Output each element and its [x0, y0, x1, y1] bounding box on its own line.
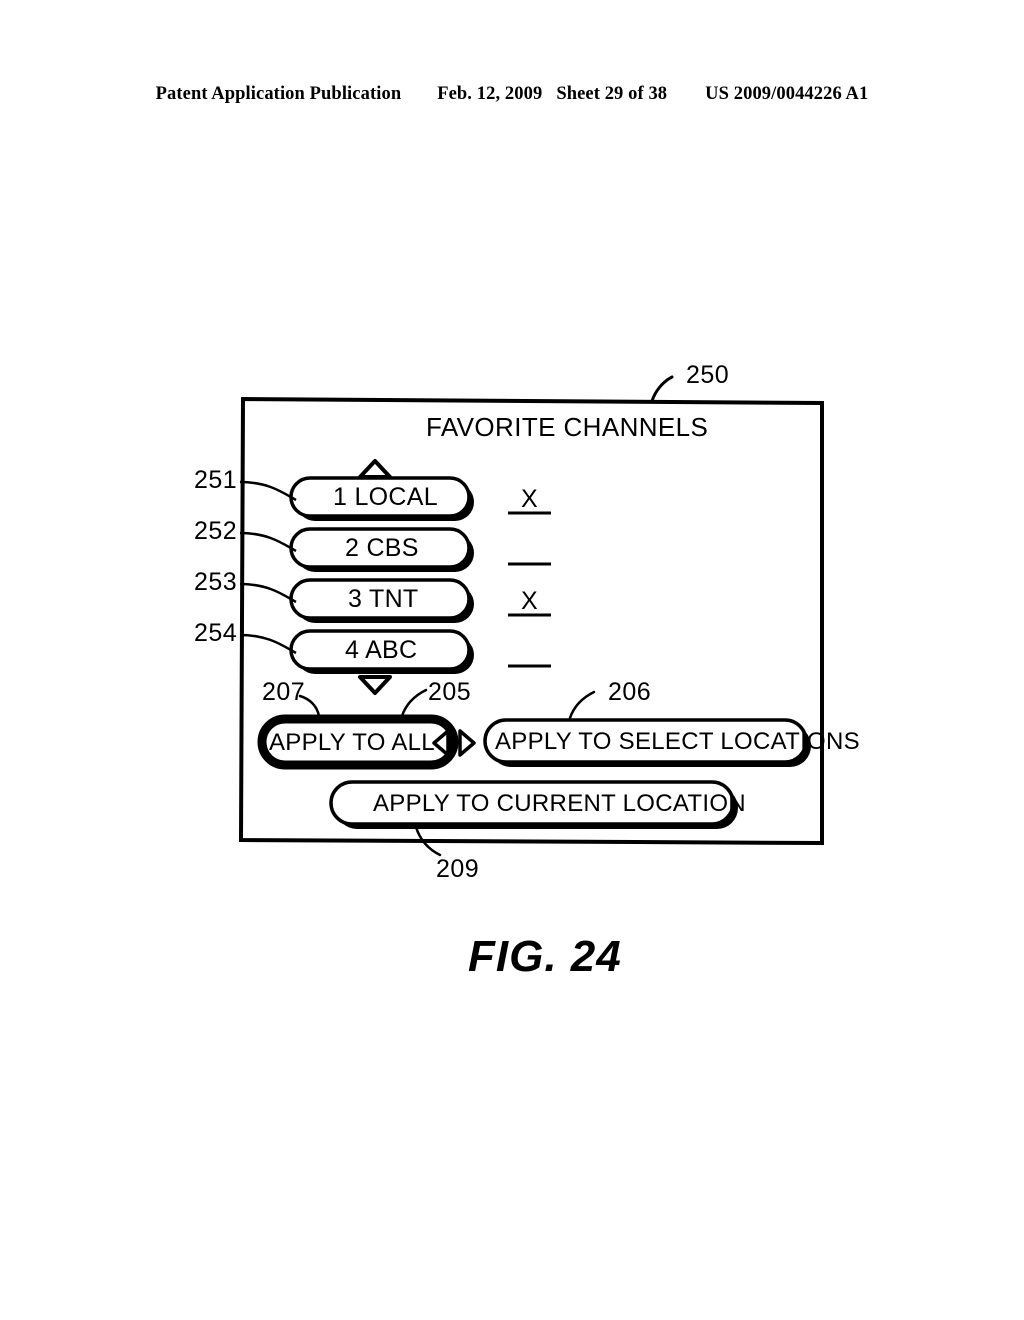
- channel-label-4: 4 ABC: [345, 636, 418, 664]
- leader-254: [239, 633, 297, 655]
- reference-number-209: 209: [436, 855, 480, 883]
- channel-mark-3[interactable]: X: [521, 589, 538, 614]
- channel-label-1: 1 LOCAL: [333, 483, 438, 511]
- patent-figure-24: 250 FAVORITE CHANNELS 251 252 253 254 1 …: [0, 0, 1024, 1320]
- reference-number-206: 206: [608, 678, 652, 706]
- reference-number-251: 251: [194, 466, 238, 494]
- figure-caption: FIG. 24: [468, 932, 622, 981]
- figure-line-art: [238, 375, 824, 857]
- triangle-down-icon[interactable]: [358, 675, 392, 695]
- leader-205: [400, 688, 428, 718]
- channel-label-3: 3 TNT: [348, 585, 419, 613]
- reference-number-250: 250: [686, 361, 730, 389]
- reference-number-205: 205: [428, 678, 472, 706]
- leader-253: [239, 582, 297, 604]
- leader-250: [650, 375, 674, 403]
- triangle-right-icon[interactable]: [458, 729, 476, 757]
- leader-251: [239, 480, 297, 502]
- leader-252: [239, 531, 297, 553]
- screen-title: FAVORITE CHANNELS: [426, 412, 709, 442]
- reference-number-252: 252: [194, 517, 238, 545]
- apply-to-all-label: APPLY TO ALL: [269, 729, 435, 756]
- reference-number-253: 253: [194, 568, 238, 596]
- triangle-up-icon[interactable]: [358, 459, 392, 479]
- channel-mark-1[interactable]: X: [521, 487, 538, 512]
- leader-group-channels: [239, 480, 297, 655]
- apply-to-select-locations-label: APPLY TO SELECT LOCATIONS: [495, 728, 860, 755]
- reference-number-207: 207: [262, 678, 306, 706]
- leader-206: [568, 690, 596, 720]
- reference-number-254: 254: [194, 619, 238, 647]
- apply-to-current-location-label: APPLY TO CURRENT LOCATION: [373, 790, 746, 817]
- channel-label-2: 2 CBS: [345, 534, 419, 562]
